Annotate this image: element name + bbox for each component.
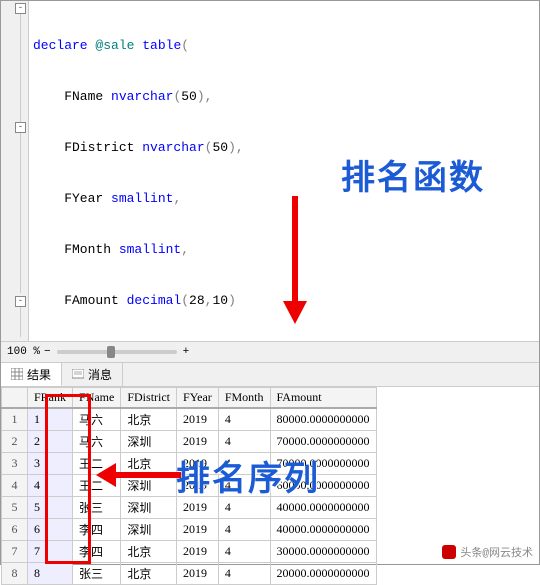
cell[interactable]: 4 (218, 475, 270, 497)
cell[interactable]: 80000.0000000000 (270, 408, 376, 431)
cell[interactable]: 1 (28, 408, 73, 431)
zoom-in-icon[interactable]: + (183, 346, 190, 358)
tab-results-label: 结果 (27, 366, 51, 383)
table-row[interactable]: 33王二北京2019470000.0000000000 (2, 453, 377, 475)
grid-icon (11, 368, 23, 380)
fold-toggle[interactable]: - (15, 296, 26, 307)
cell[interactable]: 2019 (177, 497, 219, 519)
cell[interactable]: 深圳 (121, 519, 177, 541)
cell[interactable]: 2019 (177, 408, 219, 431)
col-header[interactable] (2, 388, 28, 409)
table-row[interactable]: 22马六深圳2019470000.0000000000 (2, 431, 377, 453)
cell[interactable]: 2019 (177, 563, 219, 585)
col-header[interactable]: FAmount (270, 388, 376, 409)
fold-guide (20, 14, 21, 122)
fold-gutter: - - - (1, 1, 29, 341)
message-icon (72, 369, 84, 381)
cell[interactable]: 6 (28, 519, 73, 541)
cell[interactable]: 60000.0000000000 (270, 475, 376, 497)
cell[interactable]: 4 (218, 563, 270, 585)
tab-messages[interactable]: 消息 (62, 363, 123, 386)
cell[interactable]: 4 (218, 541, 270, 563)
table-row[interactable]: 11马六北京2019480000.0000000000 (2, 408, 377, 431)
cell[interactable]: 马六 (73, 408, 121, 431)
table-row[interactable]: 77李四北京2019430000.0000000000 (2, 541, 377, 563)
zoom-level: 100 % (7, 346, 40, 358)
col-header[interactable]: FRank (28, 388, 73, 409)
cell[interactable]: 2 (2, 431, 28, 453)
cell[interactable]: 2019 (177, 431, 219, 453)
cell[interactable]: 8 (2, 563, 28, 585)
col-header[interactable]: FName (73, 388, 121, 409)
cell[interactable]: 4 (2, 475, 28, 497)
cell[interactable]: 40000.0000000000 (270, 519, 376, 541)
col-header[interactable]: FMonth (218, 388, 270, 409)
fold-toggle[interactable]: - (15, 3, 26, 14)
col-header[interactable]: FYear (177, 388, 219, 409)
cell[interactable]: 马六 (73, 431, 121, 453)
cell[interactable]: 20000.0000000000 (270, 563, 376, 585)
zoom-thumb[interactable] (107, 346, 115, 358)
cell[interactable]: 2019 (177, 453, 219, 475)
cell[interactable]: 2019 (177, 541, 219, 563)
cell[interactable]: 8 (28, 563, 73, 585)
result-tabs: 结果 消息 (1, 363, 539, 387)
cell[interactable]: 2019 (177, 519, 219, 541)
cell[interactable]: 2019 (177, 475, 219, 497)
fold-toggle[interactable]: - (15, 122, 26, 133)
cell[interactable]: 30000.0000000000 (270, 541, 376, 563)
watermark: 头条@网云技术 (442, 544, 533, 560)
cell[interactable]: 王二 (73, 453, 121, 475)
cell[interactable]: 李四 (73, 541, 121, 563)
tab-messages-label: 消息 (88, 366, 112, 383)
cell[interactable]: 4 (218, 431, 270, 453)
cell[interactable]: 4 (28, 475, 73, 497)
cell[interactable]: 北京 (121, 563, 177, 585)
fold-guide (20, 307, 21, 337)
cell[interactable]: 张三 (73, 563, 121, 585)
cell[interactable]: 深圳 (121, 431, 177, 453)
tab-results[interactable]: 结果 (1, 363, 62, 386)
zoom-out-icon[interactable]: − (44, 346, 51, 358)
cell[interactable]: 5 (28, 497, 73, 519)
col-header[interactable]: FDistrict (121, 388, 177, 409)
cell[interactable]: 4 (218, 408, 270, 431)
cell[interactable]: 1 (2, 408, 28, 431)
cell[interactable]: 3 (2, 453, 28, 475)
cell[interactable]: 40000.0000000000 (270, 497, 376, 519)
cell[interactable]: 7 (28, 541, 73, 563)
zoom-bar: 100 % − + (1, 341, 539, 363)
cell[interactable]: 北京 (121, 453, 177, 475)
code-content: declare @sale table( FName nvarchar(50),… (33, 3, 539, 341)
cell[interactable]: 4 (218, 453, 270, 475)
table-row[interactable]: 44王二深圳2019460000.0000000000 (2, 475, 377, 497)
cell[interactable]: 深圳 (121, 475, 177, 497)
cell[interactable]: 2 (28, 431, 73, 453)
cell[interactable]: 深圳 (121, 497, 177, 519)
table-row[interactable]: 88张三北京2019420000.0000000000 (2, 563, 377, 585)
cell[interactable]: 70000.0000000000 (270, 453, 376, 475)
cell[interactable]: 70000.0000000000 (270, 431, 376, 453)
cell[interactable]: 张三 (73, 497, 121, 519)
fold-guide (20, 133, 21, 293)
cell[interactable]: 6 (2, 519, 28, 541)
cell[interactable]: 李四 (73, 519, 121, 541)
cell[interactable]: 4 (218, 497, 270, 519)
sql-code-editor[interactable]: - - - declare @sale table( FName nvarcha… (1, 1, 539, 341)
cell[interactable]: 5 (2, 497, 28, 519)
zoom-slider[interactable] (57, 350, 177, 354)
cell[interactable]: 4 (218, 519, 270, 541)
table-row[interactable]: 66李四深圳2019440000.0000000000 (2, 519, 377, 541)
table-row[interactable]: 55张三深圳2019440000.0000000000 (2, 497, 377, 519)
watermark-logo-icon (442, 545, 456, 559)
cell[interactable]: 7 (2, 541, 28, 563)
cell[interactable]: 3 (28, 453, 73, 475)
cell[interactable]: 北京 (121, 541, 177, 563)
watermark-text: 头条@网云技术 (460, 544, 533, 560)
cell[interactable]: 王二 (73, 475, 121, 497)
cell[interactable]: 北京 (121, 408, 177, 431)
